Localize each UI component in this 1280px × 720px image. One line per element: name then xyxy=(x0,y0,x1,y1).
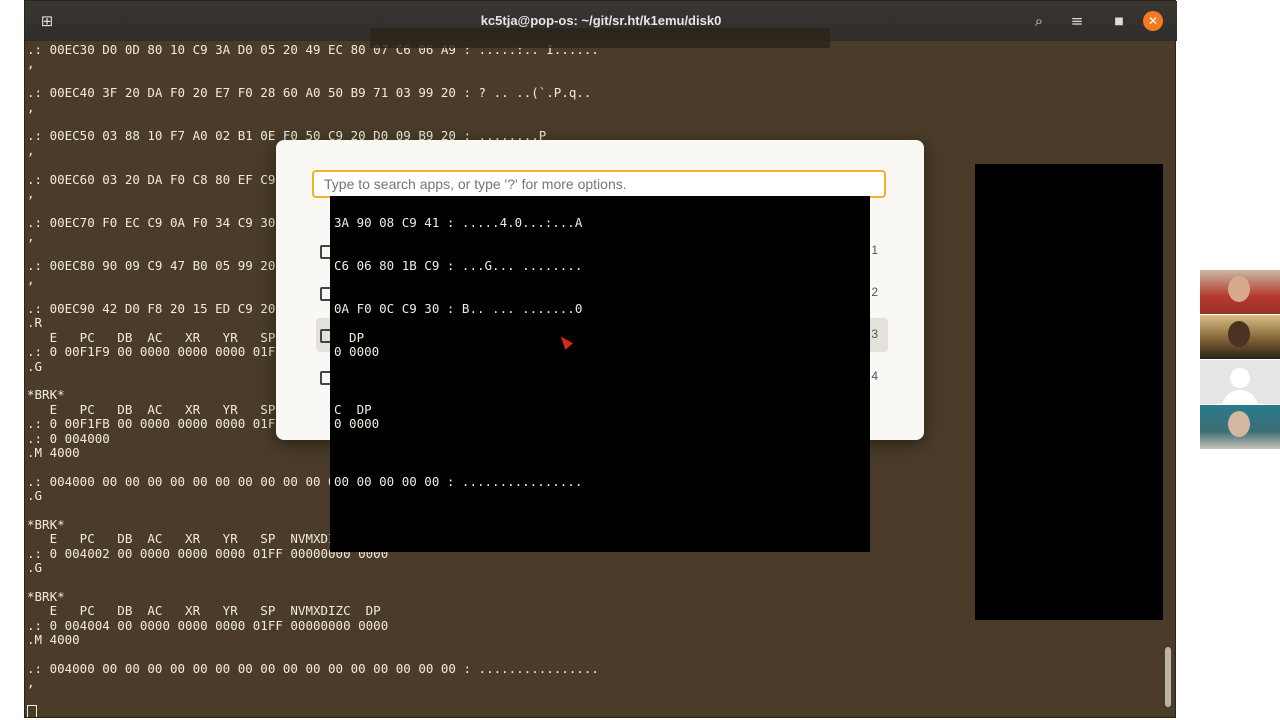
hamburger-menu-icon[interactable]: ≡ xyxy=(1063,7,1091,35)
launcher-item-number: 3 xyxy=(871,327,878,341)
launcher-search-input[interactable] xyxy=(312,170,886,198)
participant-video[interactable] xyxy=(1200,360,1280,404)
participant-video[interactable] xyxy=(1200,315,1280,359)
maximize-icon[interactable]: ■ xyxy=(1105,7,1133,35)
scroll-thumb[interactable] xyxy=(1165,647,1171,707)
participant-face xyxy=(1228,321,1250,347)
avatar-icon xyxy=(1230,368,1250,388)
participant-video[interactable] xyxy=(1200,270,1280,314)
terminal-line: .: 004000 00 00 00 00 00 00 00 00 00 00 … xyxy=(27,660,599,676)
terminal-line: , xyxy=(27,675,35,691)
black-panel xyxy=(975,164,1163,620)
close-icon[interactable]: ✕ xyxy=(1143,11,1163,31)
overlay-line: 0A F0 0C C9 30 : B.. ... .......0 xyxy=(334,301,583,316)
terminal-cursor xyxy=(27,704,37,717)
overlay-line: 0 0000 xyxy=(334,416,380,431)
scrollbar[interactable] xyxy=(1163,41,1171,717)
search-icon[interactable]: ⌕ xyxy=(1025,7,1053,35)
video-call-participants xyxy=(1200,270,1280,450)
overlay-line: C6 06 80 1B C9 : ...G... ........ xyxy=(334,258,583,273)
launcher-item-number: 4 xyxy=(871,369,878,383)
overlay-line: 0 0000 xyxy=(334,344,380,359)
overlay-strip xyxy=(370,28,830,48)
screen-share-overlay: 3A 90 08 C9 41 : .....4.0...:...A C6 06 … xyxy=(330,196,870,552)
launcher-item-number: 2 xyxy=(871,285,878,299)
terminal-line: .M 4000 xyxy=(27,632,80,648)
terminal-line: .: 00EC40 3F 20 DA F0 20 E7 F0 28 60 A0 … xyxy=(27,85,592,101)
participant-face xyxy=(1228,411,1250,437)
terminal-line: , xyxy=(27,56,35,72)
terminal-line: , xyxy=(27,99,35,115)
overlay-line: 00 00 00 00 00 : ................ xyxy=(334,474,583,489)
terminal-line: .: 0 004004 00 0000 0000 0000 01FF 00000… xyxy=(27,617,389,633)
avatar-icon-body xyxy=(1222,390,1258,404)
overlay-line: 3A 90 08 C9 41 : .....4.0...:...A xyxy=(334,215,583,230)
participant-face xyxy=(1228,276,1250,302)
launcher-item-number: 1 xyxy=(871,243,878,257)
participant-video[interactable] xyxy=(1200,405,1280,449)
window-title: kc5tja@pop-os: ~/git/sr.ht/k1emu/disk0 xyxy=(480,13,722,28)
terminal-prompt[interactable] xyxy=(27,704,1165,717)
